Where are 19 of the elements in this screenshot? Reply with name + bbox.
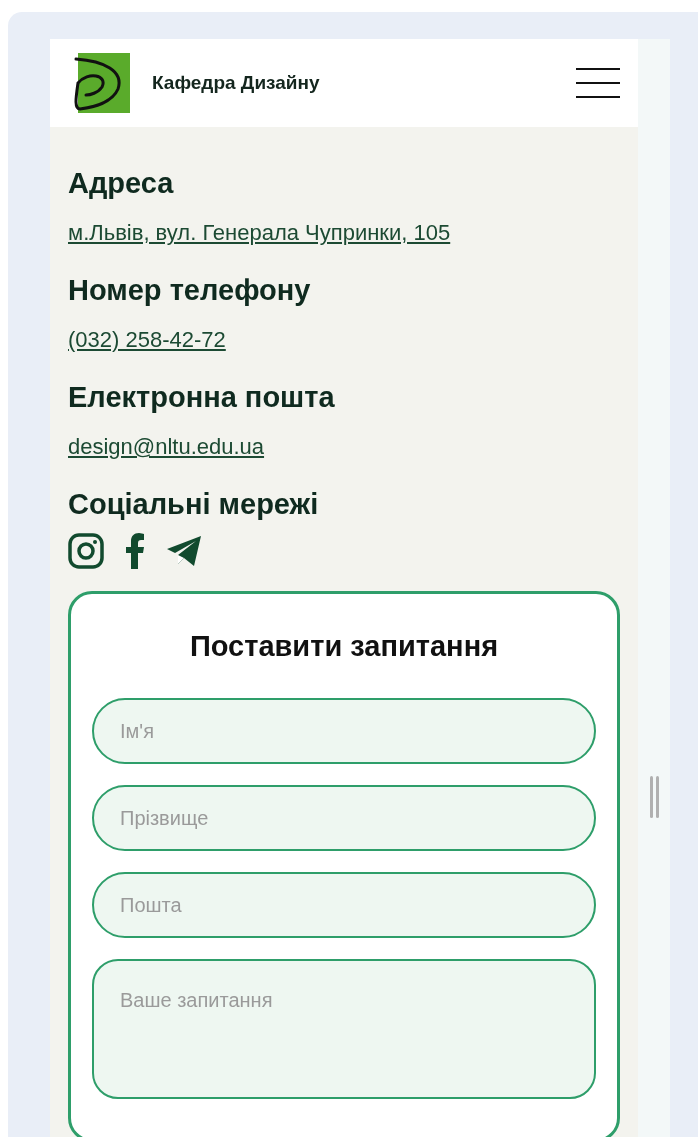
site-title: Кафедра Дизайну <box>152 72 321 94</box>
facebook-icon[interactable] <box>126 533 144 569</box>
text-field[interactable]: Пошта <box>92 872 596 938</box>
telegram-icon[interactable] <box>166 533 202 569</box>
section-heading: Електронна пошта <box>68 381 336 414</box>
contact-link[interactable]: (032) 258-42-72 <box>68 327 226 352</box>
contact-link[interactable]: design@nltu.edu.ua <box>68 434 265 459</box>
instagram-icon[interactable] <box>68 533 104 569</box>
contact-link[interactable]: м.Львів, вул. Генерала Чупринки, 105 <box>68 220 451 245</box>
section-heading: Соціальні мережі <box>68 488 320 521</box>
logo-icon <box>74 53 130 113</box>
section-heading: Номер телефону <box>68 274 312 307</box>
text-field[interactable]: Прізвище <box>92 785 596 851</box>
form-title: Поставити запитання <box>188 630 500 663</box>
section-heading: Адреса <box>68 167 175 200</box>
text-field[interactable]: Ім'я <box>92 698 596 764</box>
resize-handle[interactable] <box>649 776 659 818</box>
question-field[interactable]: Ваше запитання <box>92 959 596 1099</box>
menu-button[interactable] <box>576 68 620 98</box>
